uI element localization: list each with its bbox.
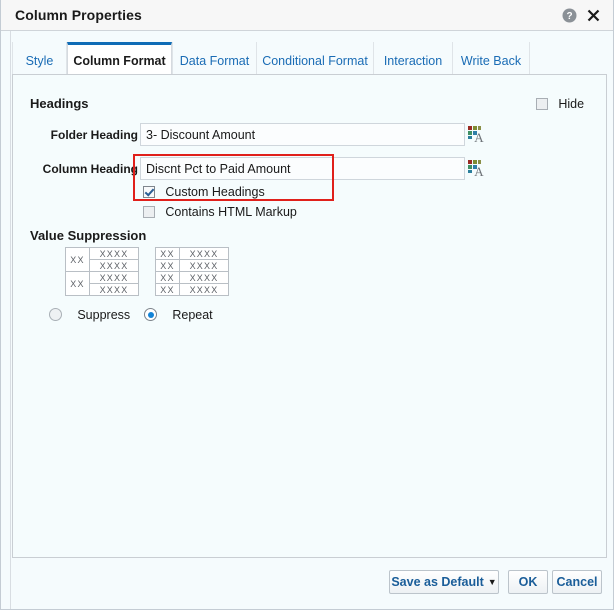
svg-text:A: A [474,130,484,144]
sample-value-cell: XXXX [179,271,229,284]
svg-text:?: ? [566,11,572,22]
sample-value-cell: XXXX [89,283,139,296]
hide-label: Hide [558,97,585,111]
sample-value-cell: XXXX [179,259,229,272]
save-as-default-label: Save as Default [391,575,484,589]
custom-headings-checkbox-row[interactable]: Custom Headings [143,185,265,199]
folder-heading-input[interactable] [140,123,465,146]
tab-column-format[interactable]: Column Format [67,42,172,75]
ok-label: OK [518,575,538,589]
sample-value-cell: XXXX [179,247,229,260]
tab-column-format-label: Column Format [73,54,166,68]
text-format-icon[interactable]: A [466,124,486,145]
repeat-sample-table: XX XXXX XX XXXX XX XXXX XX XXXX [155,247,229,296]
tab-data-format[interactable]: Data Format [172,42,257,75]
cancel-label: Cancel [556,575,598,589]
ok-button[interactable]: OK [508,570,548,594]
tab-write-back[interactable]: Write Back [453,42,530,75]
svg-text:A: A [474,164,484,178]
tab-conditional-format[interactable]: Conditional Format [257,42,374,75]
tab-style-label: Style [25,54,54,68]
sample-group-cell: XX [155,271,180,284]
help-circle-icon[interactable]: ? [562,8,577,23]
text-format-icon[interactable]: A [466,158,486,179]
value-suppression-samples: XX XXXX XXXX XX XXXX XXXX XX XXXX XX XXX… [65,247,229,296]
sample-group-cell: XX [155,283,180,296]
chevron-down-icon: ▼ [487,577,497,587]
column-heading-input[interactable] [140,157,465,180]
hide-checkbox[interactable] [536,98,548,110]
sample-group-cell: XX [65,271,90,296]
folder-heading-label: Folder Heading [50,128,138,142]
dialog-titlebar: Column Properties ? [1,0,613,31]
tab-interaction[interactable]: Interaction [374,42,453,75]
column-heading-label: Column Heading [42,162,138,176]
contains-html-markup-label: Contains HTML Markup [165,205,297,219]
suppress-radio[interactable] [49,308,62,321]
sample-group-cell: XX [65,247,90,272]
contains-html-markup-checkbox-row[interactable]: Contains HTML Markup [143,205,297,219]
custom-headings-checkbox[interactable] [143,186,155,198]
headings-group-title: Headings [30,96,89,111]
tab-conditional-format-label: Conditional Format [262,54,368,68]
contains-html-markup-checkbox[interactable] [143,206,155,218]
suppress-label: Suppress [77,308,131,322]
repeat-label: Repeat [172,308,213,322]
sample-value-cell: XXXX [179,283,229,296]
sample-value-cell: XXXX [89,259,139,272]
tab-style[interactable]: Style [12,42,67,75]
value-suppression-group-title: Value Suppression [30,228,147,243]
tab-strip: Style Column Format Data Format Conditio… [12,42,611,75]
column-format-panel: Headings Hide Folder Heading A Column He… [12,74,607,558]
repeat-radio[interactable] [144,308,157,321]
sample-value-cell: XXXX [89,247,139,260]
suppress-sample-table: XX XXXX XXXX XX XXXX XXXX [65,247,139,296]
tab-data-format-label: Data Format [179,54,250,68]
sample-group-cell: XX [155,259,180,272]
save-as-default-button[interactable]: Save as Default ▼ [389,570,499,594]
hide-checkbox-row[interactable]: Hide [536,97,584,111]
suppress-radio-row[interactable]: Suppress [49,308,130,322]
tab-write-back-label: Write Back [460,54,522,68]
close-x-icon[interactable] [586,8,601,23]
sample-group-cell: XX [155,247,180,260]
tab-interaction-label: Interaction [383,54,443,68]
repeat-radio-row[interactable]: Repeat [144,308,213,322]
dialog-footer: Save as Default ▼ OK Cancel [1,557,613,609]
dialog-left-gutter [1,31,11,609]
cancel-button[interactable]: Cancel [552,570,602,594]
dialog-title: Column Properties [15,7,142,23]
custom-headings-label: Custom Headings [165,185,265,199]
sample-value-cell: XXXX [89,271,139,284]
column-properties-dialog: Column Properties ? Style Column Format … [0,0,614,610]
